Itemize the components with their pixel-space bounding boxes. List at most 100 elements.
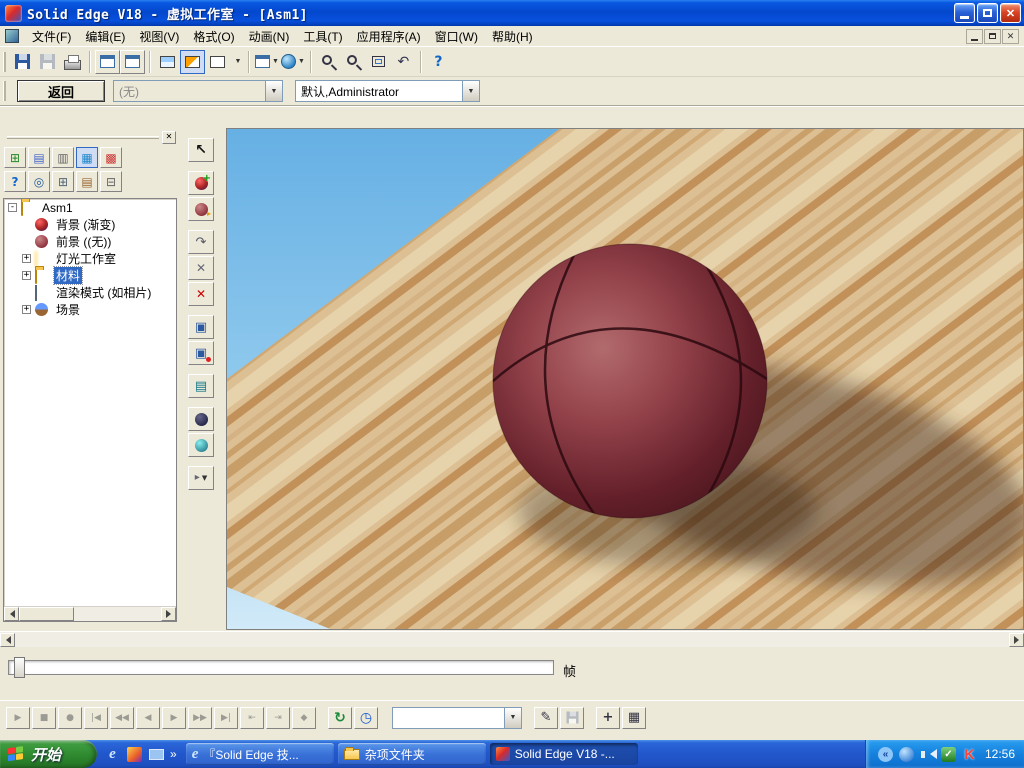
tray-antivirus-icon[interactable]: ✓ bbox=[940, 746, 956, 762]
viewport-horizontal-scrollbar[interactable] bbox=[0, 631, 1024, 647]
quicklaunch-overflow-chevron[interactable]: » bbox=[170, 747, 177, 761]
menu-edit[interactable]: 编辑(E) bbox=[78, 26, 132, 47]
loop-playback-button[interactable]: ↻ bbox=[328, 706, 352, 729]
frame-slider-track[interactable] bbox=[8, 657, 554, 678]
close-button[interactable]: ✕ bbox=[1000, 3, 1021, 23]
panel-close-button[interactable]: ✕ bbox=[162, 130, 176, 144]
scroll-left-button[interactable] bbox=[0, 632, 15, 647]
start-button[interactable]: 开始 bbox=[0, 740, 97, 768]
tree-materials-label[interactable]: 材料 bbox=[52, 266, 84, 285]
tray-hide-chevron[interactable]: « bbox=[877, 746, 893, 762]
colors-button[interactable]: ▩ bbox=[100, 147, 122, 168]
save-button[interactable] bbox=[10, 50, 35, 74]
tree-row-scene[interactable]: + 场景 bbox=[4, 301, 176, 318]
scene-dropdown-button[interactable]: ▼ bbox=[230, 50, 244, 74]
save-animation-button[interactable] bbox=[560, 706, 584, 729]
delete-button[interactable]: ✕ bbox=[188, 282, 214, 306]
tree-root-label[interactable]: Asm1 bbox=[40, 201, 75, 215]
quicklaunch-show-desktop-button[interactable] bbox=[148, 746, 165, 763]
detach-button[interactable]: ✕ bbox=[188, 256, 214, 280]
mdi-minimize-button[interactable] bbox=[966, 28, 983, 44]
menu-applications[interactable]: 应用程序(A) bbox=[350, 26, 428, 47]
menu-tools[interactable]: 工具(T) bbox=[296, 26, 349, 47]
fit-view-button[interactable] bbox=[366, 50, 391, 74]
tray-volume-icon[interactable] bbox=[920, 747, 937, 762]
scroll-right-button[interactable] bbox=[161, 607, 176, 621]
collapse-icon[interactable]: - bbox=[8, 203, 17, 212]
scroll-left-button[interactable] bbox=[4, 607, 19, 621]
zoom-button[interactable] bbox=[341, 50, 366, 74]
toolbar-grip[interactable] bbox=[3, 51, 6, 72]
view-shaded-button[interactable] bbox=[120, 49, 145, 74]
tree-lightstudio-label[interactable]: 灯光工作室 bbox=[54, 250, 118, 267]
play-button[interactable]: ▶ bbox=[6, 706, 30, 729]
maximize-button[interactable] bbox=[977, 3, 998, 23]
minimize-button[interactable] bbox=[954, 3, 975, 23]
remove-entity-button[interactable]: ▣ bbox=[188, 341, 214, 365]
realtime-clock-button[interactable]: ◷ bbox=[354, 706, 378, 729]
copy-entity-button[interactable]: ▣ bbox=[188, 315, 214, 339]
tree-row-root[interactable]: - Asm1 bbox=[4, 199, 176, 216]
task-button-solidedge[interactable]: Solid Edge V18 -... bbox=[489, 743, 638, 765]
step-back-button[interactable]: ◀ bbox=[136, 706, 160, 729]
previous-view-button[interactable]: ↶ bbox=[391, 50, 416, 74]
stop-button[interactable]: ■ bbox=[32, 706, 56, 729]
tree-row-rendermode[interactable]: 渲染模式 (如相片) bbox=[4, 284, 176, 301]
scene-render-button[interactable] bbox=[180, 49, 205, 74]
panel-help-button[interactable]: ? bbox=[4, 171, 26, 192]
display-mode-button[interactable]: ▼ bbox=[254, 50, 280, 74]
record-button[interactable]: ● bbox=[58, 706, 82, 729]
go-end-button[interactable]: ▶| bbox=[214, 706, 238, 729]
render-mode-button[interactable]: ▼ bbox=[280, 50, 306, 74]
tree-row-background[interactable]: 背景 (渐变) bbox=[4, 216, 176, 233]
keyframe-button[interactable]: ◆ bbox=[292, 706, 316, 729]
tree-row-foreground[interactable]: 前景 ((无)) bbox=[4, 233, 176, 250]
more-tools-dropdown[interactable]: ▸ ▼ bbox=[188, 466, 214, 490]
3d-viewport[interactable] bbox=[226, 128, 1024, 630]
scene-plain-button[interactable] bbox=[205, 50, 230, 74]
mdi-close-button[interactable]: ✕ bbox=[1002, 28, 1019, 44]
menu-help[interactable]: 帮助(H) bbox=[485, 26, 540, 47]
configuration-combobox[interactable]: 默认,Administrator ▼ bbox=[295, 80, 480, 102]
scene-background-button[interactable] bbox=[155, 50, 180, 74]
expand-icon[interactable]: + bbox=[22, 254, 31, 263]
back-button[interactable]: 返回 bbox=[17, 80, 105, 102]
fast-forward-button[interactable]: ▶▶ bbox=[188, 706, 212, 729]
menu-window[interactable]: 窗口(W) bbox=[428, 26, 485, 47]
menu-format[interactable]: 格式(O) bbox=[186, 26, 241, 47]
environment-button[interactable] bbox=[188, 407, 214, 431]
quicklaunch-app-button[interactable] bbox=[126, 746, 143, 763]
stack-display-button[interactable]: ▥ bbox=[52, 147, 74, 168]
loop-start-button[interactable]: ⇤ bbox=[240, 706, 264, 729]
document-icon[interactable] bbox=[5, 29, 19, 43]
tree-row-materials[interactable]: + 材料 bbox=[4, 266, 176, 285]
expand-icon[interactable]: + bbox=[22, 271, 31, 280]
save-as-button[interactable] bbox=[35, 50, 60, 74]
tree-foreground-label[interactable]: 前景 ((无)) bbox=[54, 233, 113, 250]
tray-network-icon[interactable] bbox=[898, 746, 914, 762]
copy-display-button[interactable]: ▤ bbox=[28, 147, 50, 168]
tree-row-lightstudio[interactable]: + 灯光工作室 bbox=[4, 250, 176, 267]
tree-background-label[interactable]: 背景 (渐变) bbox=[54, 216, 117, 233]
go-start-button[interactable]: |◀ bbox=[84, 706, 108, 729]
apply-material-button[interactable]: ▸ bbox=[188, 197, 214, 221]
preset-combobox[interactable]: (无) ▼ bbox=[113, 80, 283, 102]
select-tool-button[interactable]: ↖ bbox=[188, 138, 214, 162]
scrollbar-thumb[interactable] bbox=[19, 607, 74, 621]
animation-combobox[interactable]: ▼ bbox=[392, 706, 522, 729]
zoom-area-button[interactable] bbox=[316, 50, 341, 74]
grid-button[interactable]: ⊞ bbox=[52, 171, 74, 192]
tree-scene-label[interactable]: 场景 bbox=[54, 301, 82, 318]
edit-script-button[interactable]: ✎ bbox=[534, 706, 558, 729]
combo-arrow-icon[interactable]: ▼ bbox=[462, 81, 479, 101]
add-entity-button[interactable]: + bbox=[188, 171, 214, 195]
panel-grip[interactable] bbox=[7, 135, 159, 139]
quicklaunch-ie-button[interactable]: e bbox=[104, 746, 121, 763]
export-button[interactable]: ⊟ bbox=[100, 171, 122, 192]
scroll-right-button[interactable] bbox=[1009, 632, 1024, 647]
add-event-button[interactable]: + bbox=[596, 706, 620, 729]
toolbar-grip[interactable] bbox=[3, 81, 6, 101]
print-button[interactable] bbox=[60, 50, 85, 74]
menu-animation[interactable]: 动画(N) bbox=[242, 26, 297, 47]
render-setup-button[interactable]: ▤ bbox=[188, 374, 214, 398]
